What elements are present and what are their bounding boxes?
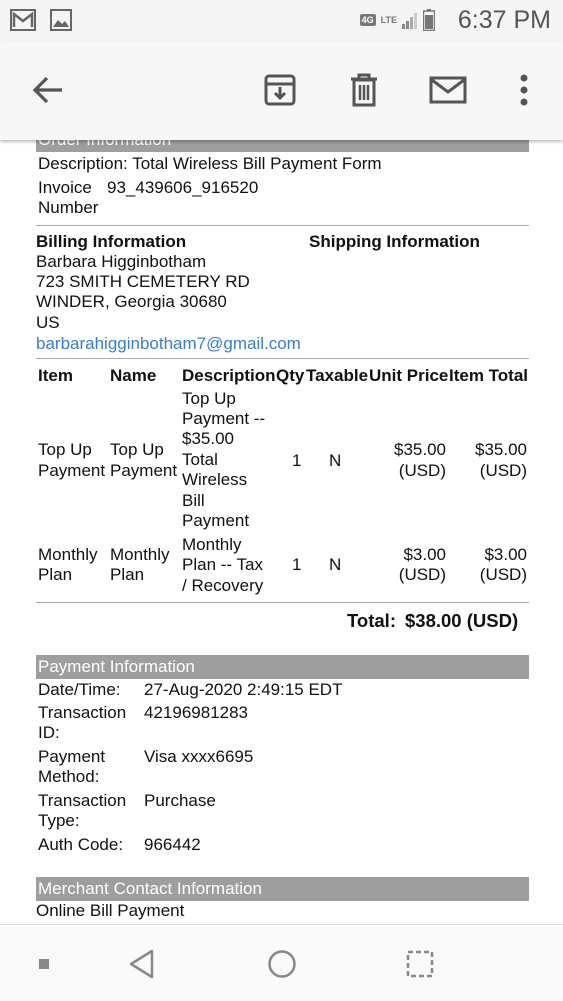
row2-taxable: N bbox=[329, 555, 342, 574]
order-info-header: Order Information bbox=[36, 140, 529, 152]
row2-name-2: Plan bbox=[110, 565, 145, 584]
divider bbox=[36, 602, 529, 603]
transaction-type-value: Purchase bbox=[144, 791, 216, 810]
row2-desc-3: / Recovery bbox=[182, 576, 264, 595]
invoice-label-2: Number bbox=[38, 198, 99, 217]
merchant-line-1: Online Bill Payment bbox=[36, 901, 185, 920]
transaction-type-label: Transaction bbox=[38, 791, 127, 810]
row1-desc-3: $35.00 bbox=[182, 429, 234, 448]
row1-desc-7: Payment bbox=[182, 511, 250, 530]
row1-item-total: $35.00 bbox=[475, 440, 527, 459]
shipping-title: Shipping Information bbox=[309, 232, 480, 251]
merchant-info-header: Merchant Contact Information bbox=[36, 877, 529, 901]
row2-item-total-2: (USD) bbox=[479, 565, 527, 584]
billing-street: 723 SMITH CEMETERY RD bbox=[36, 272, 250, 291]
recent-dot-icon[interactable] bbox=[39, 959, 49, 969]
row2-unit-price: $3.00 bbox=[403, 545, 446, 564]
row1-desc-1: Top Up bbox=[182, 389, 236, 408]
more-options-button[interactable] bbox=[504, 70, 544, 110]
payment-method-label-2: Method: bbox=[38, 767, 100, 786]
back-button[interactable] bbox=[28, 70, 68, 110]
invoice-label: Invoice bbox=[38, 178, 92, 197]
divider bbox=[36, 225, 529, 226]
payment-method-value: Visa xxxx6695 bbox=[144, 747, 254, 766]
payment-method-label: Payment bbox=[38, 747, 106, 766]
clock: 6:37 PM bbox=[457, 6, 551, 34]
email-body: Order Information Description: Total Wir… bbox=[0, 140, 563, 924]
billing-email-link[interactable]: barbarahigginbotham7@gmail.com bbox=[36, 334, 301, 354]
status-bar: 4G LTE 6:37 PM bbox=[0, 0, 563, 42]
gmail-notification-icon bbox=[10, 9, 36, 31]
row2-item: Monthly bbox=[38, 545, 98, 564]
row2-desc-2: Plan -- Tax bbox=[182, 555, 263, 574]
row2-name: Monthly bbox=[110, 545, 170, 564]
nav-back-icon[interactable] bbox=[128, 949, 154, 979]
trash-icon bbox=[351, 73, 377, 107]
datetime-value: 27-Aug-2020 2:49:15 EDT bbox=[144, 680, 343, 699]
row2-unit-price-2: (USD) bbox=[398, 565, 446, 584]
row1-name: Top Up bbox=[110, 440, 164, 459]
back-arrow-icon bbox=[32, 76, 62, 104]
billing-country: US bbox=[36, 313, 60, 332]
row1-taxable: N bbox=[329, 451, 342, 470]
gallery-notification-icon bbox=[50, 9, 72, 31]
network-4g-badge: 4G bbox=[359, 14, 376, 26]
row1-desc-2: Payment -- bbox=[182, 409, 266, 428]
billing-name: Barbara Higginbotham bbox=[36, 252, 207, 271]
auth-code-value: 966442 bbox=[144, 835, 201, 854]
row1-qty: 1 bbox=[292, 451, 302, 470]
more-vert-icon bbox=[520, 74, 528, 106]
total-value: $38.00 (USD) bbox=[405, 610, 519, 631]
description-label: Description: bbox=[38, 154, 128, 173]
row1-desc-4: Total bbox=[182, 450, 218, 469]
system-nav-bar bbox=[0, 924, 563, 1001]
transaction-id-label: Transaction bbox=[38, 703, 127, 722]
col-header-taxable: Taxable bbox=[306, 366, 369, 385]
row2-item-2: Plan bbox=[38, 565, 73, 584]
mark-unread-button[interactable] bbox=[428, 70, 468, 110]
row1-item-total-2: (USD) bbox=[479, 461, 527, 480]
row2-desc-1: Monthly bbox=[182, 535, 242, 554]
invoice-number: 93_439606_916520 bbox=[107, 178, 259, 197]
divider bbox=[36, 358, 529, 359]
col-header-item-total: Item Total bbox=[449, 366, 529, 385]
delete-button[interactable] bbox=[344, 70, 384, 110]
row2-qty: 1 bbox=[292, 555, 302, 574]
row1-desc-5: Wireless bbox=[182, 470, 248, 489]
app-bar bbox=[0, 42, 563, 140]
battery-icon bbox=[423, 9, 435, 31]
transaction-id-value: 42196981283 bbox=[144, 703, 249, 722]
description-value: Total Wireless Bill Payment Form bbox=[132, 154, 382, 173]
payment-info-header: Payment Information bbox=[36, 655, 529, 679]
row1-item-2: Payment bbox=[38, 461, 106, 480]
billing-title: Billing Information bbox=[36, 232, 187, 251]
datetime-label: Date/Time: bbox=[38, 680, 121, 699]
transaction-id-label-2: ID: bbox=[38, 723, 60, 742]
lte-label: LTE bbox=[380, 15, 397, 25]
col-header-description: Description bbox=[182, 366, 276, 385]
row1-name-2: Payment bbox=[110, 461, 178, 480]
nav-home-icon[interactable] bbox=[267, 949, 297, 979]
transaction-type-label-2: Type: bbox=[38, 811, 80, 830]
nav-recents-icon[interactable] bbox=[406, 950, 434, 978]
row1-item: Top Up bbox=[38, 440, 92, 459]
total-label: Total: bbox=[347, 610, 396, 631]
billing-city: WINDER, Georgia 30680 bbox=[36, 292, 227, 311]
auth-code-label: Auth Code: bbox=[38, 835, 124, 854]
mail-icon bbox=[429, 76, 467, 104]
row1-unit-price: $35.00 bbox=[394, 440, 446, 459]
row1-unit-price-2: (USD) bbox=[398, 461, 446, 480]
archive-icon bbox=[264, 74, 296, 106]
archive-button[interactable] bbox=[260, 70, 300, 110]
row2-item-total: $3.00 bbox=[484, 545, 527, 564]
col-header-qty: Qty bbox=[276, 366, 305, 385]
row1-desc-6: Bill bbox=[182, 491, 205, 510]
col-header-unit-price: Unit Price bbox=[369, 366, 449, 385]
signal-icon bbox=[402, 13, 417, 29]
col-header-item: Item bbox=[38, 366, 73, 385]
col-header-name: Name bbox=[110, 366, 157, 385]
